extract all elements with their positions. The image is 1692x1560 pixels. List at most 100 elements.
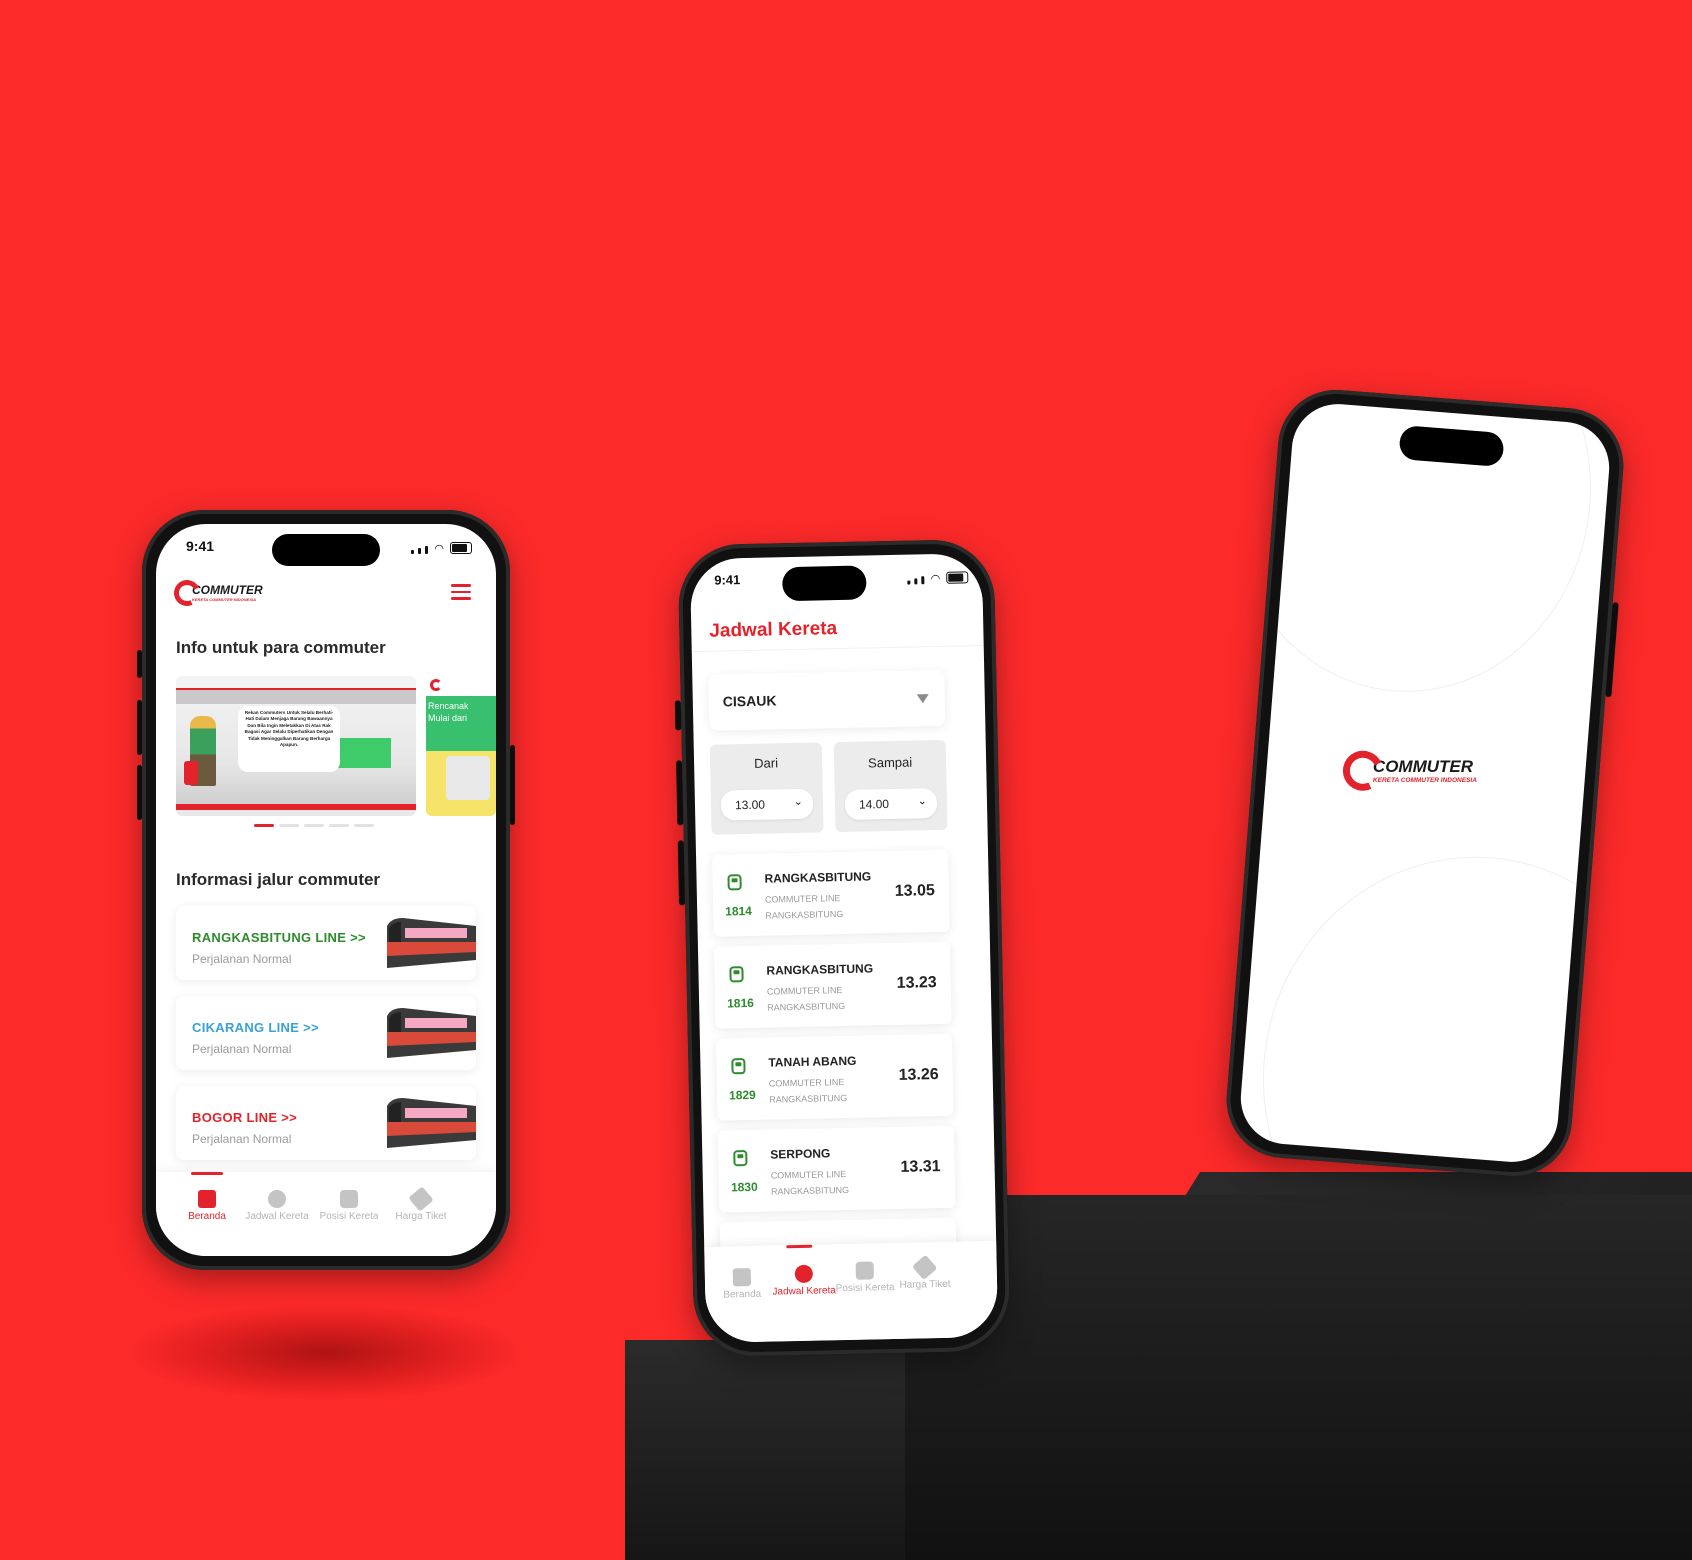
train-number: 1829 bbox=[728, 1087, 756, 1103]
logo-mark-icon bbox=[170, 576, 204, 610]
line-route: RANGKASBITUNG bbox=[767, 1000, 846, 1013]
to-label: Sampai bbox=[867, 754, 913, 771]
splash-arc-top bbox=[1237, 400, 1607, 706]
train-number: 1814 bbox=[725, 903, 753, 919]
banner-ceiling bbox=[176, 690, 416, 704]
line-card-rangkasbitung[interactable]: RANGKASBITUNG LINE >> Perjalanan Normal bbox=[176, 906, 476, 980]
line-route: RANGKASBITUNG bbox=[769, 1092, 848, 1105]
tab-beranda[interactable]: Beranda bbox=[176, 1190, 238, 1222]
title-underline bbox=[691, 645, 984, 653]
logo-mark-icon bbox=[1337, 745, 1389, 797]
tab-label: Harga Tiket bbox=[899, 1278, 951, 1291]
home-icon bbox=[198, 1190, 216, 1208]
schedule-card[interactable]: 1829 TANAH ABANG COMMUTER LINE RANGKASBI… bbox=[715, 1033, 954, 1121]
line-name: RANGKASBITUNG LINE >> bbox=[192, 930, 366, 945]
train-icon bbox=[731, 1058, 746, 1075]
station-value: CISAUK bbox=[722, 692, 777, 710]
lines-heading: Informasi jalur commuter bbox=[176, 870, 381, 889]
phone-home: 9:41 ◠ COMMUTER KERETA COMMUTER INDONESI… bbox=[137, 510, 515, 1270]
phone-shadow bbox=[130, 1305, 520, 1400]
page-title: Jadwal Kereta bbox=[709, 618, 838, 642]
tab-label: Beranda bbox=[723, 1288, 762, 1301]
ticket-icon bbox=[408, 1186, 434, 1212]
phone-schedule: 9:41 ◠ Jadwal Kereta CISAUK Dari 13.00 ⌄ bbox=[674, 538, 1011, 1358]
bottom-nav: Beranda Jadwal Kereta Posisi Kereta Harg… bbox=[704, 1240, 999, 1343]
departure-time: 13.23 bbox=[896, 974, 937, 992]
pedestal-side bbox=[905, 1195, 1692, 1560]
active-tab-indicator bbox=[786, 1244, 813, 1249]
chevron-down-icon: ⌄ bbox=[917, 795, 928, 808]
splash-commuter-logo: COMMUTER KERETA COMMUTER INDONESIA bbox=[1337, 745, 1477, 797]
tab-posisi-kereta[interactable]: Posisi Kereta bbox=[316, 1190, 382, 1222]
home-icon bbox=[732, 1268, 752, 1287]
pedestal-front bbox=[625, 1340, 905, 1560]
destination: RANGKASBITUNG bbox=[766, 961, 874, 978]
line-type: COMMUTER LINE bbox=[768, 1077, 845, 1089]
chevron-down-icon: ⌄ bbox=[793, 795, 804, 809]
banner2-logo-icon bbox=[430, 679, 442, 691]
train-number: 1830 bbox=[730, 1179, 758, 1195]
to-time-value: 14.00 bbox=[858, 797, 890, 812]
schedule-card[interactable]: 1830 SERPONG COMMUTER LINE RANGKASBITUNG… bbox=[717, 1125, 956, 1213]
departure-time: 13.05 bbox=[894, 882, 935, 900]
line-type: COMMUTER LINE bbox=[764, 893, 841, 905]
status-time: 9:41 bbox=[186, 538, 215, 554]
tab-jadwal-kereta[interactable]: Jadwal Kereta bbox=[244, 1190, 310, 1222]
line-route: RANGKASBITUNG bbox=[765, 909, 844, 921]
phone-splash: COMMUTER KERETA COMMUTER INDONESIA bbox=[1222, 385, 1628, 1181]
line-status: Perjalanan Normal bbox=[192, 1042, 292, 1056]
battery-icon bbox=[450, 542, 472, 554]
tab-harga-tiket[interactable]: Harga Tiket bbox=[895, 1254, 956, 1291]
tab-harga-tiket[interactable]: Harga Tiket bbox=[388, 1186, 454, 1222]
tab-beranda[interactable]: Beranda bbox=[713, 1268, 772, 1301]
info-banner[interactable]: Rekan Commuters Untuk Selalu Berhati-Hat… bbox=[176, 676, 416, 816]
carousel-dots[interactable] bbox=[254, 824, 374, 827]
logo-subtext: KERETA COMMUTER INDONESIA bbox=[1372, 776, 1477, 784]
line-card-bogor[interactable]: BOGOR LINE >> Perjalanan Normal bbox=[176, 1086, 476, 1160]
hamburger-menu-icon[interactable] bbox=[451, 580, 471, 604]
train-icon bbox=[340, 1190, 358, 1208]
banner-footer-bar bbox=[176, 804, 416, 810]
schedule-card[interactable]: 1814 RANGKASBITUNG COMMUTER LINE RANGKAS… bbox=[712, 849, 950, 937]
banner-message: Rekan Commuters Untuk Selalu Berhati-Hat… bbox=[238, 706, 340, 772]
to-time-select[interactable]: 14.00 ⌄ bbox=[844, 788, 938, 820]
tab-jadwal-kereta[interactable]: Jadwal Kereta bbox=[771, 1264, 838, 1298]
line-card-cikarang[interactable]: CIKARANG LINE >> Perjalanan Normal bbox=[176, 996, 476, 1070]
info-banner-2[interactable]: Rencanak Mulai dari bbox=[426, 676, 496, 816]
info-heading: Info untuk para commuter bbox=[176, 638, 386, 657]
line-name: BOGOR LINE >> bbox=[192, 1110, 298, 1125]
departure-time: 13.26 bbox=[898, 1066, 939, 1084]
tab-label: Jadwal Kereta bbox=[772, 1285, 836, 1298]
splash-arc-bottom bbox=[1246, 840, 1613, 1166]
schedule-screen: 9:41 ◠ Jadwal Kereta CISAUK Dari 13.00 ⌄ bbox=[689, 553, 999, 1343]
from-time-value: 13.00 bbox=[734, 797, 766, 813]
from-label: Dari bbox=[754, 755, 779, 771]
destination: RANGKASBITUNG bbox=[764, 869, 872, 886]
wifi-icon: ◠ bbox=[930, 572, 941, 586]
train-image bbox=[387, 1098, 476, 1148]
departure-time: 13.31 bbox=[900, 1158, 941, 1176]
train-icon bbox=[729, 966, 744, 983]
tab-label: Jadwal Kereta bbox=[245, 1211, 309, 1222]
wifi-icon: ◠ bbox=[434, 543, 444, 555]
banner2-text: Rencanak Mulai dari bbox=[428, 701, 469, 723]
train-image bbox=[387, 918, 476, 968]
tab-label: Beranda bbox=[188, 1211, 226, 1222]
logo-text: COMMUTER bbox=[192, 583, 263, 597]
mockup-scene: 9:41 ◠ COMMUTER KERETA COMMUTER INDONESI… bbox=[0, 0, 1692, 1560]
schedule-card[interactable]: 1816 RANGKASBITUNG COMMUTER LINE RANGKAS… bbox=[713, 941, 952, 1029]
dynamic-island bbox=[782, 565, 867, 602]
station-select[interactable]: CISAUK bbox=[708, 669, 946, 731]
from-time-select[interactable]: 13.00 ⌄ bbox=[720, 788, 814, 821]
status-time: 9:41 bbox=[714, 572, 741, 588]
bottom-nav: Beranda Jadwal Kereta Posisi Kereta Harg… bbox=[156, 1172, 496, 1256]
status-icons: ◠ bbox=[411, 542, 472, 555]
schedule-icon bbox=[794, 1264, 814, 1284]
logo-text: COMMUTER bbox=[1372, 756, 1474, 776]
tab-label: Posisi Kereta bbox=[319, 1211, 379, 1222]
status-icons: ◠ bbox=[907, 571, 969, 586]
train-icon bbox=[727, 874, 742, 891]
line-name: CIKARANG LINE >> bbox=[192, 1020, 319, 1035]
active-tab-indicator bbox=[191, 1172, 223, 1175]
tab-posisi-kereta[interactable]: Posisi Kereta bbox=[835, 1261, 896, 1294]
